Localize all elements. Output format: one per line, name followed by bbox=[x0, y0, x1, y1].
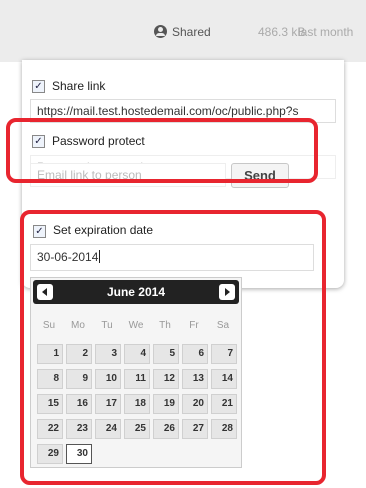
day-cell[interactable]: 3 bbox=[95, 344, 121, 364]
day-cell[interactable]: 8 bbox=[37, 369, 63, 389]
text-caret bbox=[99, 250, 101, 263]
day-cell[interactable]: 24 bbox=[95, 419, 121, 439]
person-share-icon[interactable] bbox=[154, 25, 167, 38]
expiration-date-field[interactable]: 30-06-2014 bbox=[30, 244, 314, 271]
share-link-checkbox[interactable]: ✓ bbox=[32, 80, 45, 93]
day-cell[interactable]: 27 bbox=[182, 419, 208, 439]
day-cell[interactable]: 14 bbox=[211, 369, 237, 389]
day-cell[interactable]: 23 bbox=[66, 419, 92, 439]
day-cell[interactable]: 28 bbox=[211, 419, 237, 439]
datepicker-title: June 2014 bbox=[106, 285, 166, 299]
day-cell[interactable]: 22 bbox=[37, 419, 63, 439]
password-protect-label: Password protect bbox=[52, 134, 145, 148]
email-field[interactable]: Email link to person bbox=[30, 163, 226, 187]
datepicker: June 2014 Su Mo Tu We Th Fr Sa 1 2 3 4 5 6 7 8 9 10 11 12… bbox=[30, 277, 242, 468]
datepicker-header: June 2014 bbox=[33, 280, 239, 304]
day-cell[interactable]: 25 bbox=[124, 419, 150, 439]
day-cell[interactable]: 21 bbox=[211, 394, 237, 414]
day-cell[interactable]: 4 bbox=[124, 344, 150, 364]
expiration-checkbox[interactable]: ✓ bbox=[33, 225, 46, 238]
day-cell-selected[interactable]: 30 bbox=[66, 444, 92, 464]
day-cell[interactable]: 7 bbox=[211, 344, 237, 364]
day-cell[interactable]: 20 bbox=[182, 394, 208, 414]
day-cell[interactable]: 10 bbox=[95, 369, 121, 389]
shared-action[interactable]: Shared bbox=[172, 25, 211, 39]
password-protect-checkbox[interactable]: ✓ bbox=[32, 135, 45, 148]
chevron-right-icon[interactable] bbox=[219, 284, 235, 300]
weekday-label: Su bbox=[42, 320, 56, 331]
weekday-label: Th bbox=[159, 320, 171, 331]
day-cell[interactable]: 9 bbox=[66, 369, 92, 389]
day-cell[interactable]: 15 bbox=[37, 394, 63, 414]
modified-date: last month bbox=[298, 25, 354, 39]
day-cell[interactable]: 26 bbox=[153, 419, 179, 439]
day-cell[interactable]: 5 bbox=[153, 344, 179, 364]
weekday-label: Sa bbox=[216, 320, 230, 331]
share-link-field[interactable]: https://mail.test.hostedemail.com/oc/pub… bbox=[30, 99, 336, 123]
share-link-label: Share link bbox=[52, 79, 106, 93]
day-cell[interactable]: 11 bbox=[124, 369, 150, 389]
day-cell[interactable]: 13 bbox=[182, 369, 208, 389]
expiration-label: Set expiration date bbox=[53, 223, 154, 237]
day-cell[interactable]: 19 bbox=[153, 394, 179, 414]
day-cell[interactable]: 1 bbox=[37, 344, 63, 364]
expiration-date-value: 30-06-2014 bbox=[37, 250, 99, 264]
day-cell[interactable]: 12 bbox=[153, 369, 179, 389]
day-cell[interactable]: 2 bbox=[66, 344, 92, 364]
weekday-label: Fr bbox=[189, 320, 199, 331]
send-button[interactable]: Send bbox=[231, 163, 289, 188]
day-cell[interactable]: 16 bbox=[66, 394, 92, 414]
day-cell[interactable]: 17 bbox=[95, 394, 121, 414]
weekday-label: Tu bbox=[101, 320, 113, 331]
day-cell[interactable]: 6 bbox=[182, 344, 208, 364]
weekday-label: We bbox=[128, 320, 144, 331]
day-cell[interactable]: 18 bbox=[124, 394, 150, 414]
day-cell[interactable]: 29 bbox=[37, 444, 63, 464]
weekday-label: Mo bbox=[71, 320, 85, 331]
file-row: Shared 486.3 kB last month bbox=[0, 0, 366, 62]
